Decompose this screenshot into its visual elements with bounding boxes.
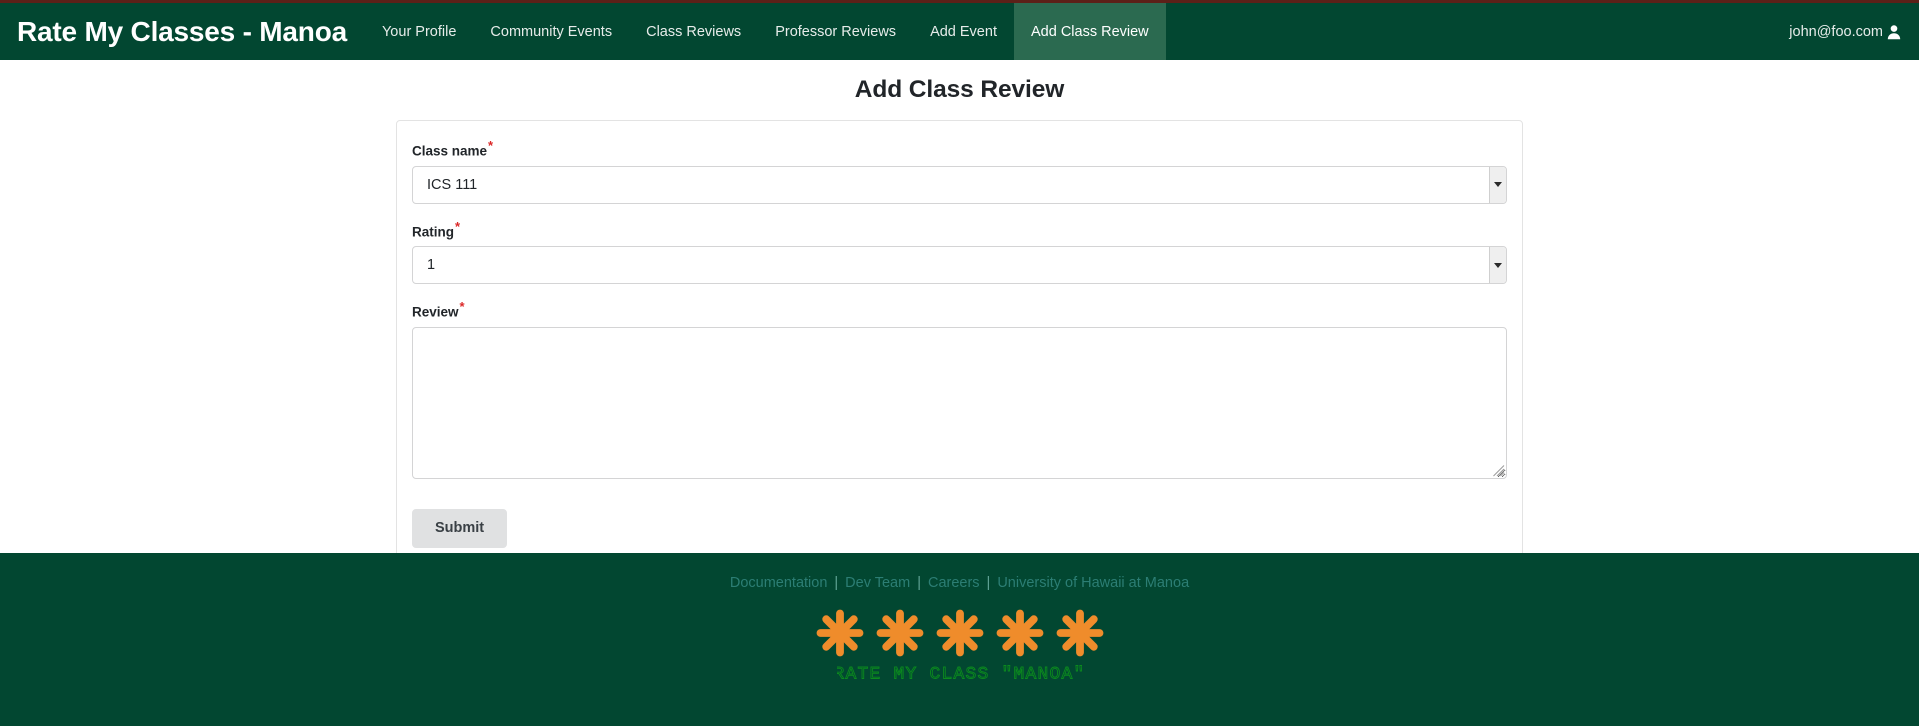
- class-name-select[interactable]: ICS 111: [412, 165, 1507, 204]
- footer-separator-1: |: [834, 575, 839, 591]
- field-class-name: Class name* ICS 111: [412, 139, 1507, 204]
- user-icon: [1885, 23, 1902, 40]
- label-class-name: Class name*: [412, 139, 1507, 160]
- flower-icon-3: [934, 607, 986, 664]
- brand-title[interactable]: Rate My Classes - Manoa: [0, 3, 365, 60]
- footer-link-university-of-hawaii[interactable]: University of Hawaii at Manoa: [996, 575, 1190, 591]
- main-content: Add Class Review Class name* ICS 111 Rat…: [0, 60, 1919, 571]
- add-class-review-form-card: Class name* ICS 111 Rating* 1 Review* Su…: [396, 120, 1523, 571]
- flower-icon-5: [1054, 607, 1106, 664]
- page-title: Add Class Review: [854, 76, 1065, 103]
- field-rating: Rating* 1: [412, 220, 1507, 285]
- user-email-label: john@foo.com: [1789, 23, 1883, 40]
- label-rating-text: Rating: [412, 224, 454, 240]
- footer-separator-3: |: [986, 575, 991, 591]
- field-review: Review*: [412, 300, 1507, 480]
- footer-separator-2: |: [917, 575, 921, 591]
- nav-item-professor-reviews[interactable]: Professor Reviews: [758, 3, 913, 60]
- required-asterisk-review: *: [459, 299, 465, 315]
- footer-logo-text-glyphs: RATE MY CLASS "MANOA": [837, 665, 1082, 684]
- required-asterisk-class-name: *: [488, 138, 494, 153]
- label-class-name-text: Class name: [412, 143, 488, 159]
- flower-icon-2: [874, 607, 926, 664]
- footer-link-careers[interactable]: Careers: [927, 575, 981, 591]
- footer-link-documentation[interactable]: Documentation: [729, 575, 829, 591]
- rating-select[interactable]: 1: [412, 246, 1507, 285]
- main-navbar: Rate My Classes - Manoa Your Profile Com…: [0, 3, 1919, 60]
- nav-item-add-class-review[interactable]: Add Class Review: [1013, 3, 1166, 60]
- required-asterisk-rating: *: [455, 218, 461, 234]
- label-review: Review*: [412, 300, 1507, 321]
- page-footer: Documentation | Dev Team | Careers | Universit…: [0, 553, 1919, 726]
- flower-icon-1: [814, 607, 866, 664]
- footer-link-dev-team[interactable]: Dev Team: [844, 575, 911, 591]
- nav-links: Your Profile Community Events Class Revi…: [365, 3, 1166, 60]
- footer-logo: RATE MY CLASS "MANOA": [0, 607, 1919, 689]
- label-review-text: Review: [412, 304, 459, 320]
- footer-logo-text: RATE MY CLASS "MANOA": [833, 662, 1085, 689]
- user-menu[interactable]: john@foo.com: [1789, 3, 1919, 60]
- footer-links: Documentation | Dev Team | Careers | Universit…: [0, 573, 1919, 593]
- nav-item-class-reviews[interactable]: Class Reviews: [629, 3, 758, 60]
- class-name-select-wrapper: ICS 111: [412, 165, 1507, 204]
- flower-icon-4: [994, 607, 1046, 664]
- label-rating: Rating*: [412, 220, 1507, 241]
- nav-item-your-profile[interactable]: Your Profile: [365, 3, 473, 60]
- review-textarea[interactable]: [412, 327, 1507, 480]
- nav-item-add-event[interactable]: Add Event: [913, 3, 1014, 60]
- nav-item-community-events[interactable]: Community Events: [473, 3, 629, 60]
- review-textarea-wrapper: [412, 327, 1507, 480]
- rating-select-wrapper: 1: [412, 246, 1507, 285]
- submit-button[interactable]: Submit: [412, 509, 508, 548]
- footer-logo-flowers: [814, 607, 1106, 664]
